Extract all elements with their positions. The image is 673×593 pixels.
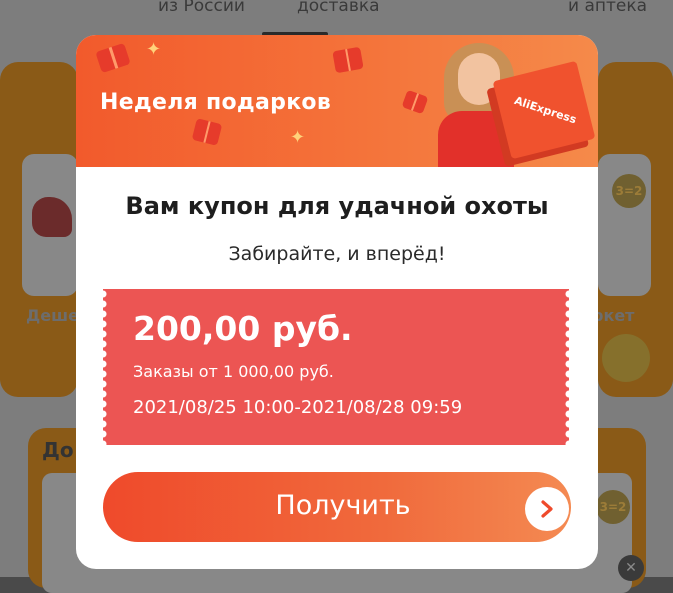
star-icon: ✦ — [290, 127, 306, 148]
coupon-amount: 200,00 руб. — [133, 309, 353, 348]
chevron-right-icon — [525, 487, 569, 531]
coupon-ticket: 200,00 руб. Заказы от 1 000,00 руб. 2021… — [99, 289, 573, 445]
promo-badge: 3=2 — [596, 490, 630, 524]
coupon-min-order: Заказы от 1 000,00 руб. — [133, 362, 334, 381]
section-title: До — [42, 438, 74, 462]
get-coupon-button-label: Получить — [275, 490, 411, 521]
shoe-image — [32, 197, 72, 237]
promo-card-label: ркет — [592, 306, 635, 325]
brand-logo: AliExpress — [512, 94, 579, 127]
promo-card-left[interactable]: Деше — [0, 62, 79, 397]
tab-delivery[interactable]: доставка — [297, 0, 380, 16]
coupon-validity-period: 2021/08/25 10:00-2021/08/28 09:59 — [133, 397, 463, 418]
star-icon: ✦ — [146, 39, 162, 60]
tab-from-russia[interactable]: из России — [158, 0, 245, 16]
modal-title: Вам купон для удачной охоты — [125, 192, 549, 220]
promo-banner: ✦ ✦ Неделя подарков AliExpress — [76, 35, 598, 167]
close-icon[interactable]: ✕ — [618, 555, 644, 581]
coupon-modal: ✦ ✦ Неделя подарков AliExpress Вам купон… — [76, 35, 598, 569]
ticket-perforation — [99, 289, 107, 445]
gift-icon — [95, 42, 131, 74]
gift-icon — [332, 46, 364, 74]
modal-subtitle: Забирайте, и вперёд! — [228, 243, 446, 265]
promo-card-right[interactable]: 3=2 ркет — [592, 62, 673, 397]
promo-card-label: Деше — [26, 306, 79, 325]
gift-icon — [401, 89, 429, 115]
tab-pharmacy[interactable]: и аптека — [568, 0, 647, 16]
model-face — [458, 53, 500, 105]
get-coupon-button[interactable]: Получить — [103, 472, 571, 542]
banner-title: Неделя подарков — [100, 90, 332, 115]
gift-icon — [191, 118, 223, 146]
ticket-perforation — [565, 289, 573, 445]
promo-badge: 3=2 — [612, 174, 646, 208]
category-tabs: из России доставка и аптека — [0, 0, 673, 36]
promo-decoration — [602, 334, 650, 382]
